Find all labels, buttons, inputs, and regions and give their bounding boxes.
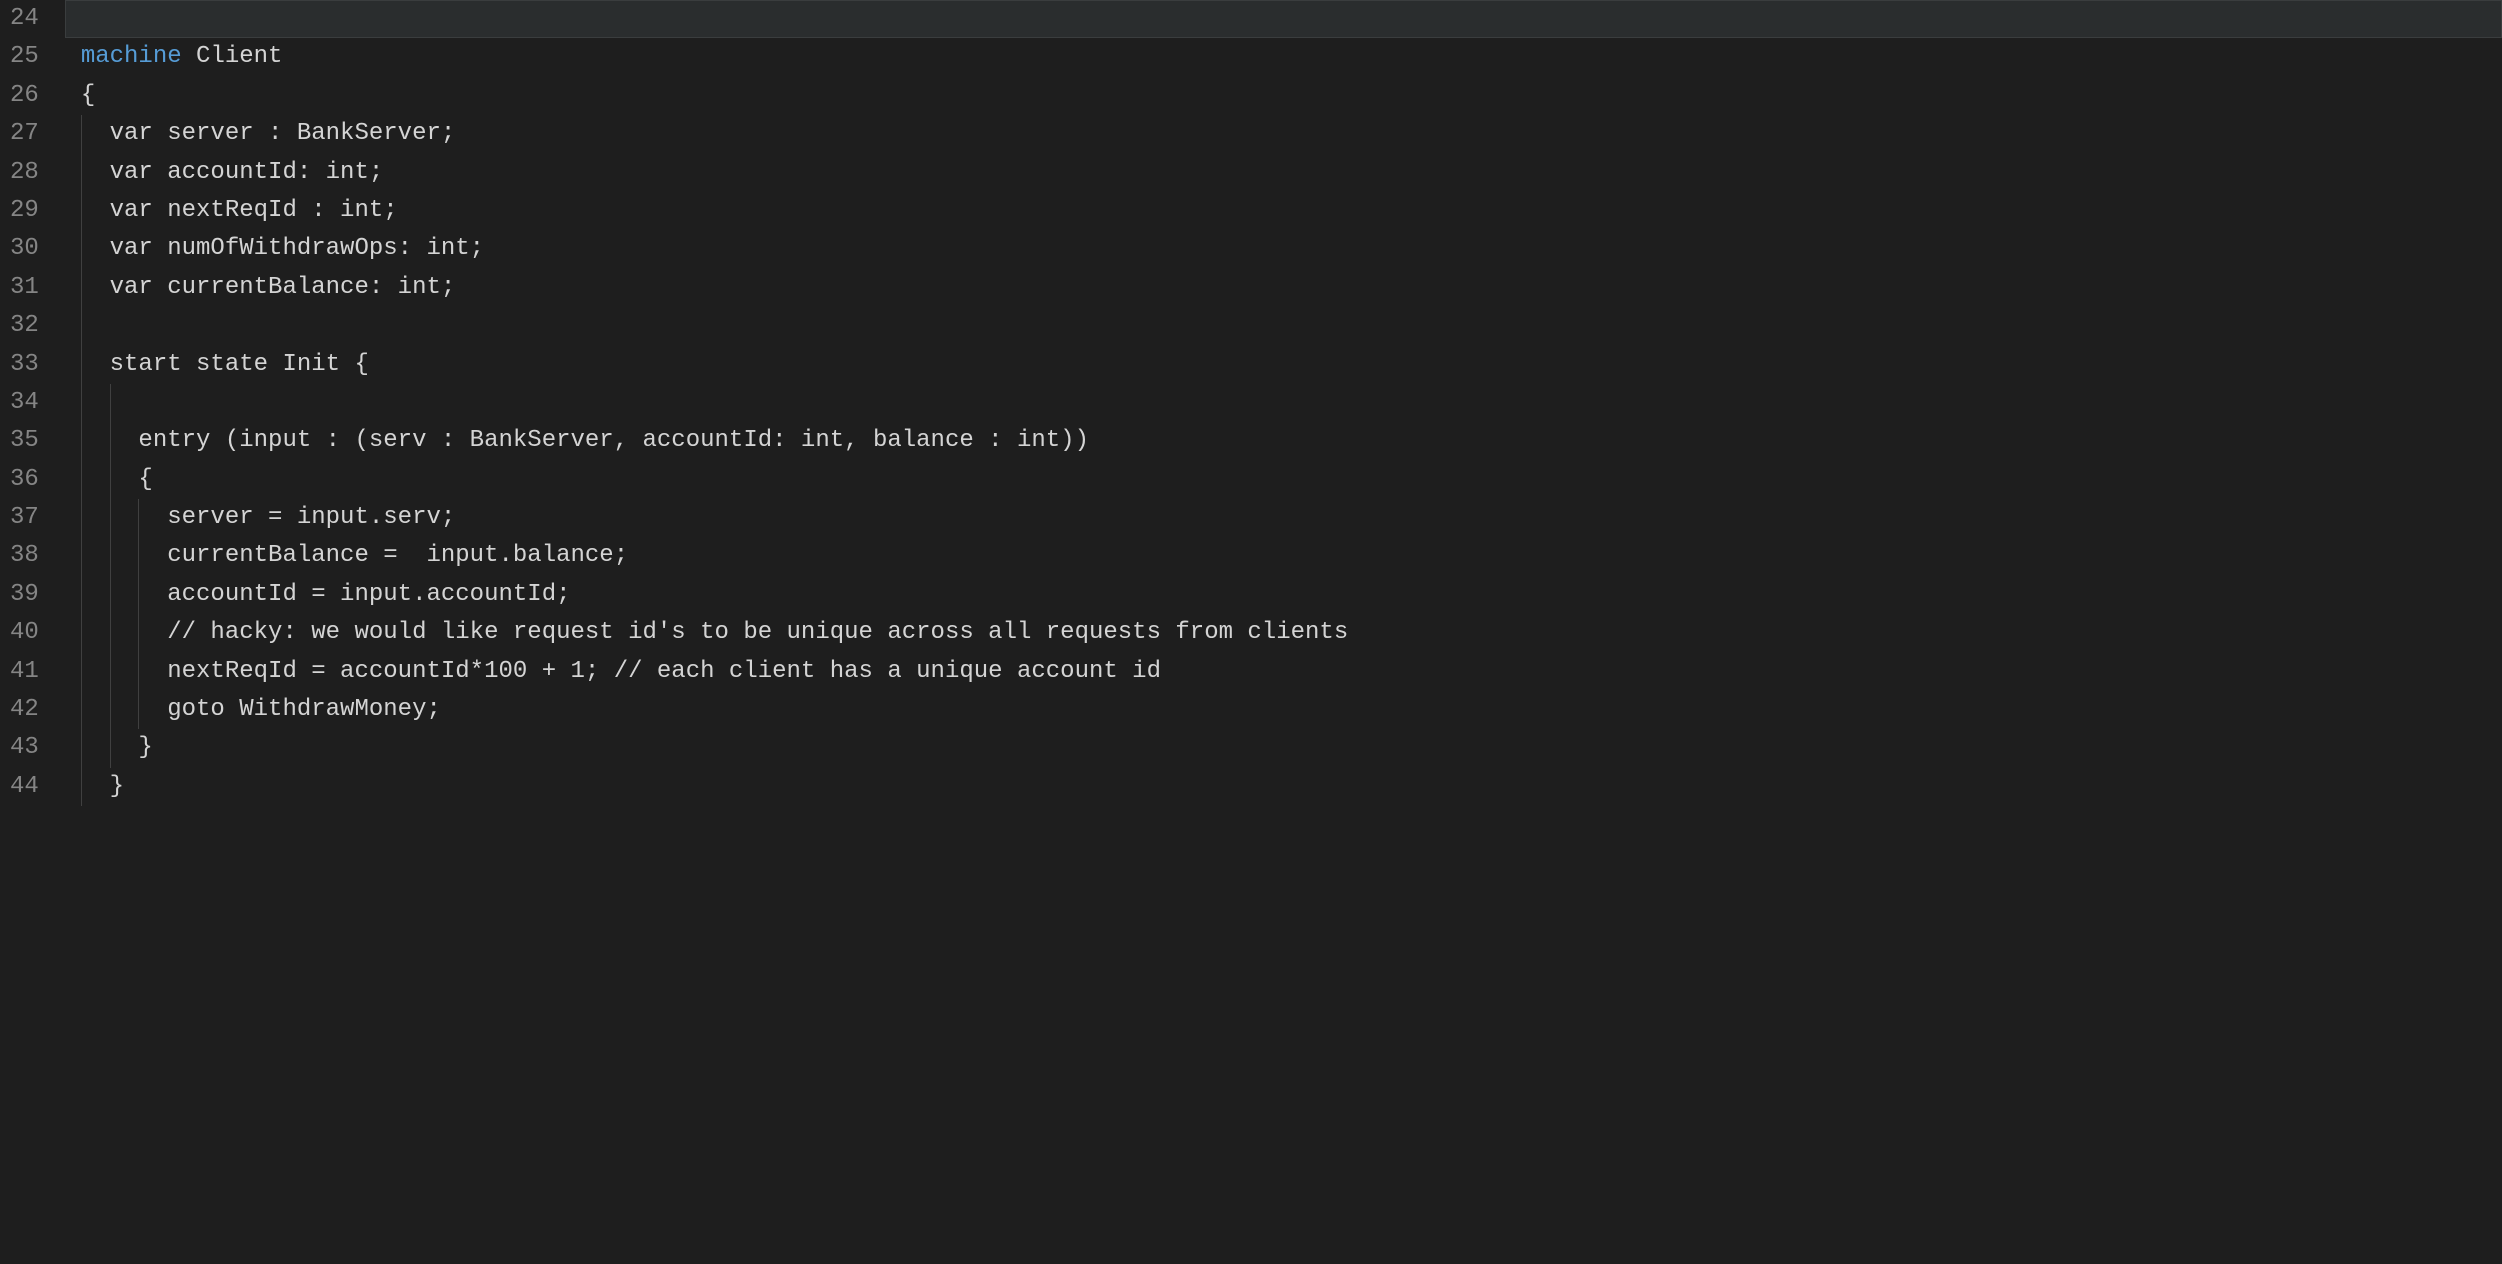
line-number: 36 — [10, 461, 39, 499]
code-line[interactable]: start state Init { — [65, 346, 2502, 384]
line-number: 37 — [10, 499, 39, 537]
line-number: 44 — [10, 768, 39, 806]
code-text: { — [81, 82, 95, 109]
code-text: goto WithdrawMoney; — [81, 696, 441, 723]
line-number: 27 — [10, 115, 39, 153]
code-line[interactable]: var server : BankServer; — [65, 115, 2502, 153]
code-line[interactable]: machine Client — [65, 38, 2502, 76]
code-editor[interactable]: 2425262728293031323334353637383940414243… — [0, 0, 2502, 1264]
line-number: 31 — [10, 269, 39, 307]
code-text: // hacky: we would like request id's to … — [81, 619, 1348, 646]
line-number: 26 — [10, 77, 39, 115]
code-text: server = input.serv; — [81, 504, 455, 531]
code-line[interactable]: { — [65, 77, 2502, 115]
code-line[interactable]: currentBalance = input.balance; — [65, 537, 2502, 575]
line-number: 24 — [10, 0, 39, 38]
code-line[interactable] — [65, 0, 2502, 38]
line-number: 32 — [10, 307, 39, 345]
line-number: 42 — [10, 691, 39, 729]
code-text: var currentBalance: int; — [81, 274, 455, 301]
code-line[interactable]: } — [65, 768, 2502, 806]
code-text: var numOfWithdrawOps: int; — [81, 235, 484, 262]
code-text: entry (input : (serv : BankServer, accou… — [81, 427, 1089, 454]
line-number: 33 — [10, 346, 39, 384]
code-line[interactable]: goto WithdrawMoney; — [65, 691, 2502, 729]
line-number-gutter: 2425262728293031323334353637383940414243… — [0, 0, 65, 1264]
code-text: { — [81, 466, 153, 493]
line-number: 38 — [10, 537, 39, 575]
line-number: 29 — [10, 192, 39, 230]
code-line[interactable]: { — [65, 461, 2502, 499]
code-text: } — [81, 734, 153, 761]
code-text: nextReqId = accountId*100 + 1; // each c… — [81, 658, 1161, 685]
code-text: var nextReqId : int; — [81, 197, 398, 224]
code-line[interactable]: } — [65, 729, 2502, 767]
code-line[interactable]: nextReqId = accountId*100 + 1; // each c… — [65, 653, 2502, 691]
line-number: 34 — [10, 384, 39, 422]
code-line[interactable]: var accountId: int; — [65, 154, 2502, 192]
code-text: var accountId: int; — [81, 159, 383, 186]
code-line[interactable]: // hacky: we would like request id's to … — [65, 614, 2502, 652]
code-line[interactable]: var numOfWithdrawOps: int; — [65, 230, 2502, 268]
code-text: } — [81, 773, 124, 800]
code-line[interactable]: accountId = input.accountId; — [65, 576, 2502, 614]
line-number: 43 — [10, 729, 39, 767]
code-line[interactable]: var nextReqId : int; — [65, 192, 2502, 230]
line-number: 35 — [10, 422, 39, 460]
code-line[interactable]: entry (input : (serv : BankServer, accou… — [65, 422, 2502, 460]
code-text: accountId = input.accountId; — [81, 581, 571, 608]
code-line[interactable] — [65, 307, 2502, 345]
indent-guide — [110, 384, 111, 422]
code-line[interactable]: server = input.serv; — [65, 499, 2502, 537]
indent-guide — [81, 384, 82, 422]
line-number: 39 — [10, 576, 39, 614]
code-text: start state Init { — [81, 351, 369, 378]
code-text: currentBalance = input.balance; — [81, 542, 628, 569]
code-line[interactable] — [65, 384, 2502, 422]
line-number: 28 — [10, 154, 39, 192]
line-number: 41 — [10, 653, 39, 691]
code-area[interactable]: machine Client { var server : BankServer;… — [65, 0, 2502, 1264]
line-number: 25 — [10, 38, 39, 76]
code-text: machine Client — [81, 43, 283, 70]
code-text: var server : BankServer; — [81, 120, 455, 147]
line-number: 30 — [10, 230, 39, 268]
line-number: 40 — [10, 614, 39, 652]
indent-guide — [81, 307, 82, 345]
code-line[interactable]: var currentBalance: int; — [65, 269, 2502, 307]
